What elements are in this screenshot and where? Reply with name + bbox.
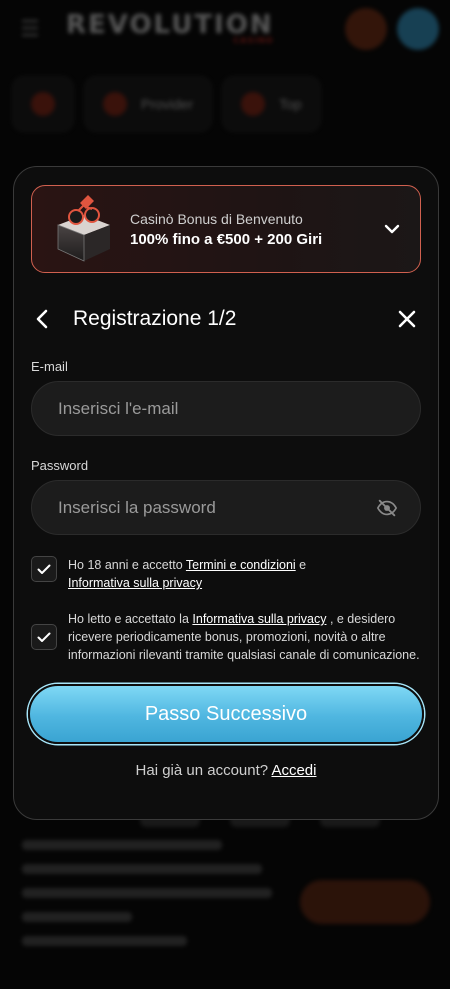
category-tab-top: Top <box>222 76 321 132</box>
cookie-accept-button <box>300 880 430 924</box>
category-tabs: Provider Top <box>12 76 450 132</box>
category-tab-hot <box>12 76 74 132</box>
email-field-wrapper <box>31 381 421 436</box>
chevron-down-icon[interactable] <box>380 217 404 241</box>
bonus-subtitle: Casinò Bonus di Benvenuto <box>130 210 303 227</box>
gift-box-icon <box>57 195 110 262</box>
password-field-wrapper <box>31 480 421 535</box>
privacy-link-2[interactable]: Informativa sulla privacy <box>192 612 326 626</box>
privacy-link[interactable]: Informativa sulla privacy <box>68 576 202 590</box>
email-field[interactable] <box>58 398 398 419</box>
welcome-bonus-card[interactable]: Casinò Bonus di Benvenuto 100% fino a €5… <box>31 185 421 273</box>
terms-link[interactable]: Termini e condizioni <box>186 558 296 572</box>
back-arrow-icon[interactable] <box>35 305 63 333</box>
terms-text: Ho 18 anni e accetto Termini e condizion… <box>68 558 307 590</box>
email-label: E-mail <box>31 359 68 374</box>
password-field[interactable] <box>58 497 376 518</box>
bonus-title: 100% fino a €500 + 200 Giri <box>130 230 323 248</box>
page-title: Registrazione 1/2 <box>73 307 237 330</box>
consent-terms-row: Ho 18 anni e accetto Termini e condizion… <box>31 556 421 592</box>
registration-modal: Casinò Bonus di Benvenuto 100% fino a €5… <box>13 166 439 820</box>
menu-icon <box>22 20 44 41</box>
login-prompt: Hai già un account? Accedi <box>135 762 317 779</box>
login-link[interactable]: Accedi <box>271 762 316 779</box>
password-label: Password <box>31 458 89 473</box>
app-logo: REVOLUTION CASINO <box>66 10 274 45</box>
user-avatar <box>397 8 439 50</box>
category-tab-provider: Provider <box>84 76 213 132</box>
close-icon[interactable] <box>393 305 421 333</box>
app-header: REVOLUTION CASINO <box>0 0 450 60</box>
consent-marketing-row: Ho letto e accettato la Informativa sull… <box>31 610 421 664</box>
next-step-button[interactable]: Passo Successivo <box>28 684 424 744</box>
bonus-avatar-icon <box>345 8 387 50</box>
marketing-checkbox[interactable] <box>31 624 57 650</box>
bonus-text: Casinò Bonus di Benvenuto 100% fino a €5… <box>130 211 380 248</box>
checkmark-icon <box>37 632 51 642</box>
marketing-text: Ho letto e accettato la Informativa sull… <box>68 612 420 662</box>
terms-checkbox[interactable] <box>31 556 57 582</box>
checkmark-icon <box>37 564 51 574</box>
modal-header: Registrazione 1/2 <box>31 303 421 335</box>
eye-slash-icon[interactable] <box>376 497 398 519</box>
